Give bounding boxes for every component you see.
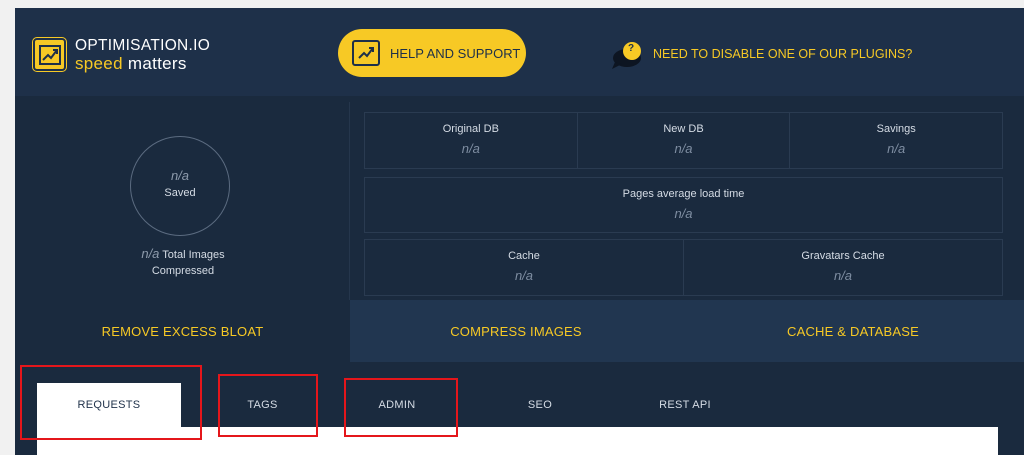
header: OPTIMISATION.IO speed matters HELP AND S…: [15, 8, 1024, 96]
gravatars-cache-value: n/a: [833, 268, 853, 283]
cache-value: n/a: [514, 268, 534, 283]
savings-cell: Savings n/a: [790, 113, 1002, 168]
tab-content-area: [37, 427, 998, 455]
load-time-box: Pages average load time n/a: [364, 177, 1003, 233]
cache-cell: Cache n/a: [365, 240, 684, 295]
images-compressed-label-1: Total Images: [162, 249, 225, 261]
savings-label: Savings: [876, 123, 916, 135]
subtab-tags[interactable]: TAGS: [220, 383, 305, 427]
saved-value: n/a: [170, 168, 190, 183]
disable-plugins-label: NEED TO DISABLE ONE OF OUR PLUGINS?: [653, 47, 913, 61]
tab-compress-images[interactable]: COMPRESS IMAGES: [350, 300, 682, 362]
question-mark-glyph: ?: [628, 43, 635, 54]
cache-stats-box: Cache n/a Gravatars Cache n/a: [364, 239, 1003, 296]
gravatars-cache-cell: Gravatars Cache n/a: [684, 240, 1002, 295]
speech-bubble-icon: ?: [611, 40, 647, 69]
original-db-cell: Original DB n/a: [365, 113, 578, 168]
disable-plugins-link[interactable]: ? NEED TO DISABLE ONE OF OUR PLUGINS?: [611, 40, 913, 69]
logo-tagline-speed: speed: [75, 53, 123, 73]
new-db-cell: New DB n/a: [578, 113, 791, 168]
chart-arrow-icon: [352, 40, 380, 66]
db-stats-box: Original DB n/a New DB n/a Savings n/a: [364, 112, 1003, 169]
saved-gauge: n/a Saved: [130, 136, 230, 236]
logo: OPTIMISATION.IO speed matters: [33, 38, 210, 72]
load-time-value: n/a: [674, 206, 693, 221]
plugin-panel: OPTIMISATION.IO speed matters HELP AND S…: [15, 8, 1024, 455]
new-db-label: New DB: [663, 123, 704, 135]
original-db-label: Original DB: [442, 123, 499, 135]
images-compressed-label-2: Compressed: [151, 265, 215, 277]
stats-divider: [349, 102, 350, 302]
sub-tabs: REQUESTS TAGS ADMIN SEO REST API: [15, 362, 1024, 455]
images-compressed-stat: n/a Total Images Compressed: [123, 246, 243, 279]
new-db-value: n/a: [674, 141, 693, 156]
load-time-cell: Pages average load time n/a: [365, 178, 1002, 232]
original-db-value: n/a: [461, 141, 480, 156]
help-and-support-label: HELP AND SUPPORT: [390, 45, 521, 61]
subtab-admin[interactable]: ADMIN: [347, 383, 447, 427]
stats-area: n/a Saved n/a Total Images Compressed Or…: [15, 96, 1024, 302]
logo-tagline-matters: matters: [127, 53, 187, 73]
cache-label: Cache: [508, 250, 540, 262]
load-time-label: Pages average load time: [622, 188, 745, 200]
main-tabs: REMOVE EXCESS BLOAT COMPRESS IMAGES CACH…: [15, 300, 1024, 362]
tab-remove-excess-bloat[interactable]: REMOVE EXCESS BLOAT: [15, 300, 350, 362]
subtab-requests[interactable]: REQUESTS: [37, 383, 181, 427]
savings-value: n/a: [887, 141, 906, 156]
subtab-rest-api[interactable]: REST API: [640, 383, 730, 427]
gravatars-cache-label: Gravatars Cache: [801, 250, 885, 262]
images-compressed-value: n/a: [141, 246, 160, 261]
logo-tagline: speed matters: [75, 55, 210, 72]
help-and-support-button[interactable]: HELP AND SUPPORT: [338, 29, 526, 77]
logo-title: OPTIMISATION.IO: [75, 37, 211, 54]
saved-label: Saved: [164, 187, 196, 199]
chart-arrow-icon: [33, 38, 66, 72]
subtab-seo[interactable]: SEO: [505, 383, 575, 427]
tab-cache-and-database[interactable]: CACHE & DATABASE: [682, 300, 1024, 362]
